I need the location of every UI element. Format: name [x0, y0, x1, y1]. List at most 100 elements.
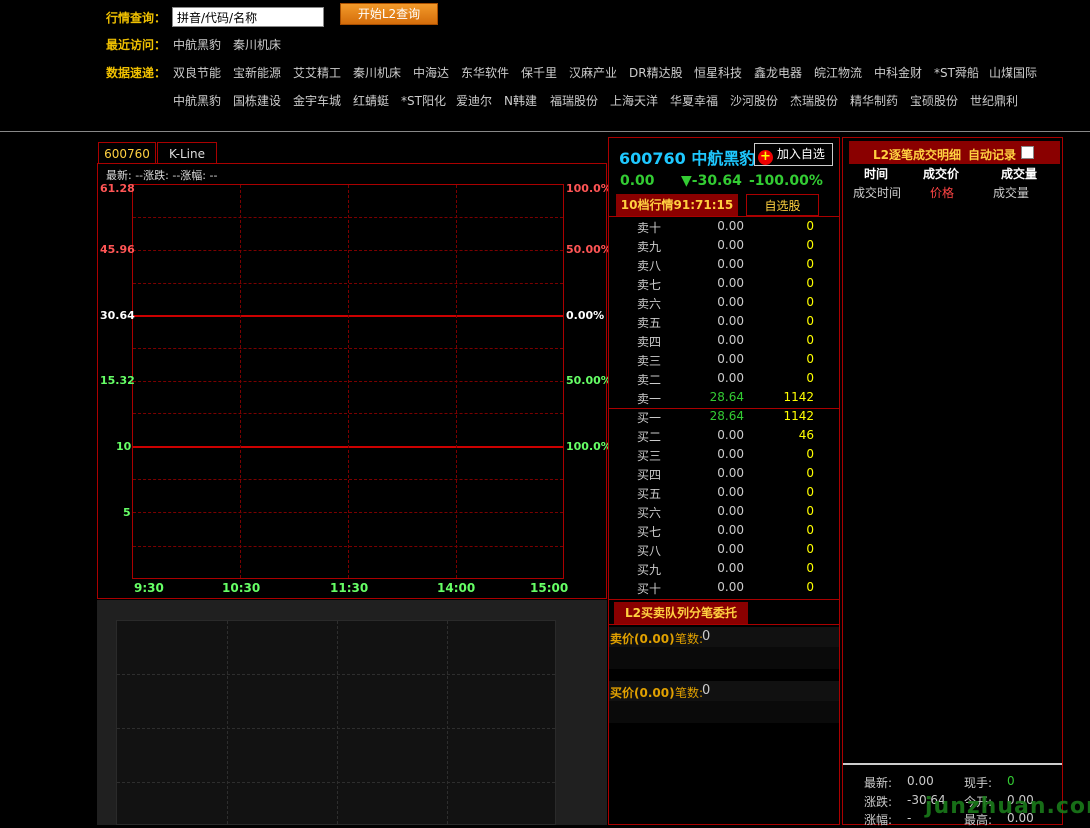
quick-link[interactable]: 华夏幸福: [670, 92, 718, 109]
quick-link[interactable]: 福瑞股份: [550, 92, 598, 109]
quick-link[interactable]: 中科金财: [874, 64, 922, 81]
detail-col-header: 价格: [930, 186, 955, 200]
y-left-label: 5: [123, 506, 131, 519]
recent-link[interactable]: 秦川机床: [233, 36, 281, 53]
book-level-volume: 0: [806, 580, 814, 594]
grid-line: [117, 674, 555, 675]
stat-change-label: 涨跌:: [864, 795, 893, 809]
book-level-price: 0.00: [717, 257, 744, 271]
book-level-price: 28.64: [709, 409, 744, 423]
book-level-price: 0.00: [717, 276, 744, 290]
quick-link[interactable]: 保千里: [521, 64, 557, 81]
grid-vline: [240, 185, 241, 578]
book-level-volume: 0: [806, 371, 814, 385]
buy-count-label: 笔数:: [675, 686, 704, 700]
buy-queue-body: [609, 701, 839, 723]
book-level-volume: 0: [806, 276, 814, 290]
sell-count-label: 笔数:: [675, 632, 704, 646]
tab-level10[interactable]: 10档行情91:71:15: [616, 194, 738, 216]
stat-latest: 0.00: [907, 774, 934, 788]
tab-queue[interactable]: L2买卖队列分笔委托: [614, 602, 748, 624]
quick-link[interactable]: 金宇车城: [293, 92, 341, 109]
quick-link[interactable]: 宝新能源: [233, 64, 281, 81]
sell-count-value: 0: [702, 629, 711, 644]
quick-link[interactable]: 东华软件: [461, 64, 509, 81]
book-level-volume: 0: [806, 314, 814, 328]
book-level-price: 0.00: [717, 504, 744, 518]
search-input[interactable]: [172, 7, 324, 27]
quick-link[interactable]: 国栋建设: [233, 92, 281, 109]
quick-link[interactable]: 中海达: [413, 64, 449, 81]
quick-link[interactable]: 杰瑞股份: [790, 92, 838, 109]
recent-label: 最近访问：: [106, 38, 167, 52]
quick-link[interactable]: 精华制药: [850, 92, 898, 109]
quick-link[interactable]: 红蜻蜓: [353, 92, 389, 109]
watermark: junzhuan.com: [925, 794, 1090, 819]
quick-link[interactable]: DR精达股: [629, 64, 683, 81]
detail-col-header: 成交量: [1001, 167, 1038, 181]
sell-queue-label: 卖价(0.00): [610, 632, 675, 646]
quick-label: 数据速递：: [106, 66, 167, 80]
book-level-price: 0.00: [717, 219, 744, 233]
detail-col-header: 成交价: [923, 167, 960, 181]
book-level-price: 0.00: [717, 447, 744, 461]
book-level-label: 买八: [637, 544, 662, 558]
quick-link[interactable]: 双良节能: [173, 64, 221, 81]
quick-link[interactable]: 山煤国际: [989, 64, 1037, 81]
detail-col-header: 时间: [864, 167, 889, 181]
stock-price: 0.00: [620, 173, 655, 189]
quick-link[interactable]: 沙河股份: [730, 92, 778, 109]
quick-link[interactable]: N韩建: [504, 92, 537, 109]
quick-link[interactable]: 中航黑豹: [173, 92, 221, 109]
y-right-label: 0.00%: [566, 309, 605, 322]
tab-600760[interactable]: 600760: [98, 142, 156, 164]
book-level-volume: 0: [806, 485, 814, 499]
detail-col-header: 成交时间: [853, 186, 902, 200]
quick-link[interactable]: 爱迪尔: [456, 92, 492, 109]
l2-query-button[interactable]: 开始L2查询: [340, 3, 438, 25]
book-level-volume: 0: [806, 219, 814, 233]
book-level-label: 买五: [637, 487, 662, 501]
book-level-volume: 0: [806, 466, 814, 480]
grid-vline: [337, 621, 338, 824]
book-level-price: 28.64: [709, 390, 744, 404]
grid-vline: [348, 185, 349, 578]
recent-link[interactable]: 中航黑豹: [173, 36, 221, 53]
book-level-price: 0.00: [717, 523, 744, 537]
stat-hand-label: 现手:: [964, 776, 993, 790]
book-level-price: 0.00: [717, 580, 744, 594]
grid-vline: [447, 621, 448, 824]
add-watchlist-button[interactable]: + 加入自选: [754, 143, 833, 166]
book-level-price: 0.00: [717, 314, 744, 328]
book-level-price: 0.00: [717, 333, 744, 347]
quick-link[interactable]: 汉麻产业: [569, 64, 617, 81]
grid-vline: [227, 621, 228, 824]
add-watchlist-label: 加入自选: [776, 147, 825, 161]
auto-record-checkbox[interactable]: [1021, 146, 1034, 159]
auto-record-label: 自动记录: [968, 148, 1017, 162]
section-divider: [609, 599, 839, 600]
book-level-label: 卖一: [637, 392, 662, 406]
quick-link[interactable]: 世纪鼎利: [970, 92, 1018, 109]
tab-underline: [609, 216, 839, 217]
book-level-label: 买三: [637, 449, 662, 463]
tab-underline: [609, 624, 839, 625]
tab-kline[interactable]: K-Line: [157, 142, 217, 164]
quick-link[interactable]: *ST阳化: [401, 92, 446, 109]
y-left-label: 15.32: [100, 374, 135, 387]
book-level-label: 买十: [637, 582, 662, 596]
quick-link[interactable]: 鑫龙电器: [754, 64, 802, 81]
book-level-price: 0.00: [717, 238, 744, 252]
stock-change: ▼-30.64: [681, 173, 742, 189]
quick-link[interactable]: 皖江物流: [814, 64, 862, 81]
tab-watchlist[interactable]: 自选股: [746, 194, 819, 216]
quick-link[interactable]: 秦川机床: [353, 64, 401, 81]
quick-link[interactable]: 艾艾精工: [293, 64, 341, 81]
quick-link[interactable]: 上海天洋: [610, 92, 658, 109]
stock-title: 600760 中航黑豹: [619, 149, 756, 168]
quick-link[interactable]: 恒星科技: [694, 64, 742, 81]
chart-grid: [132, 184, 564, 579]
quick-link[interactable]: *ST舜船: [934, 64, 979, 81]
book-level-label: 买七: [637, 525, 662, 539]
quick-link[interactable]: 宝硕股份: [910, 92, 958, 109]
